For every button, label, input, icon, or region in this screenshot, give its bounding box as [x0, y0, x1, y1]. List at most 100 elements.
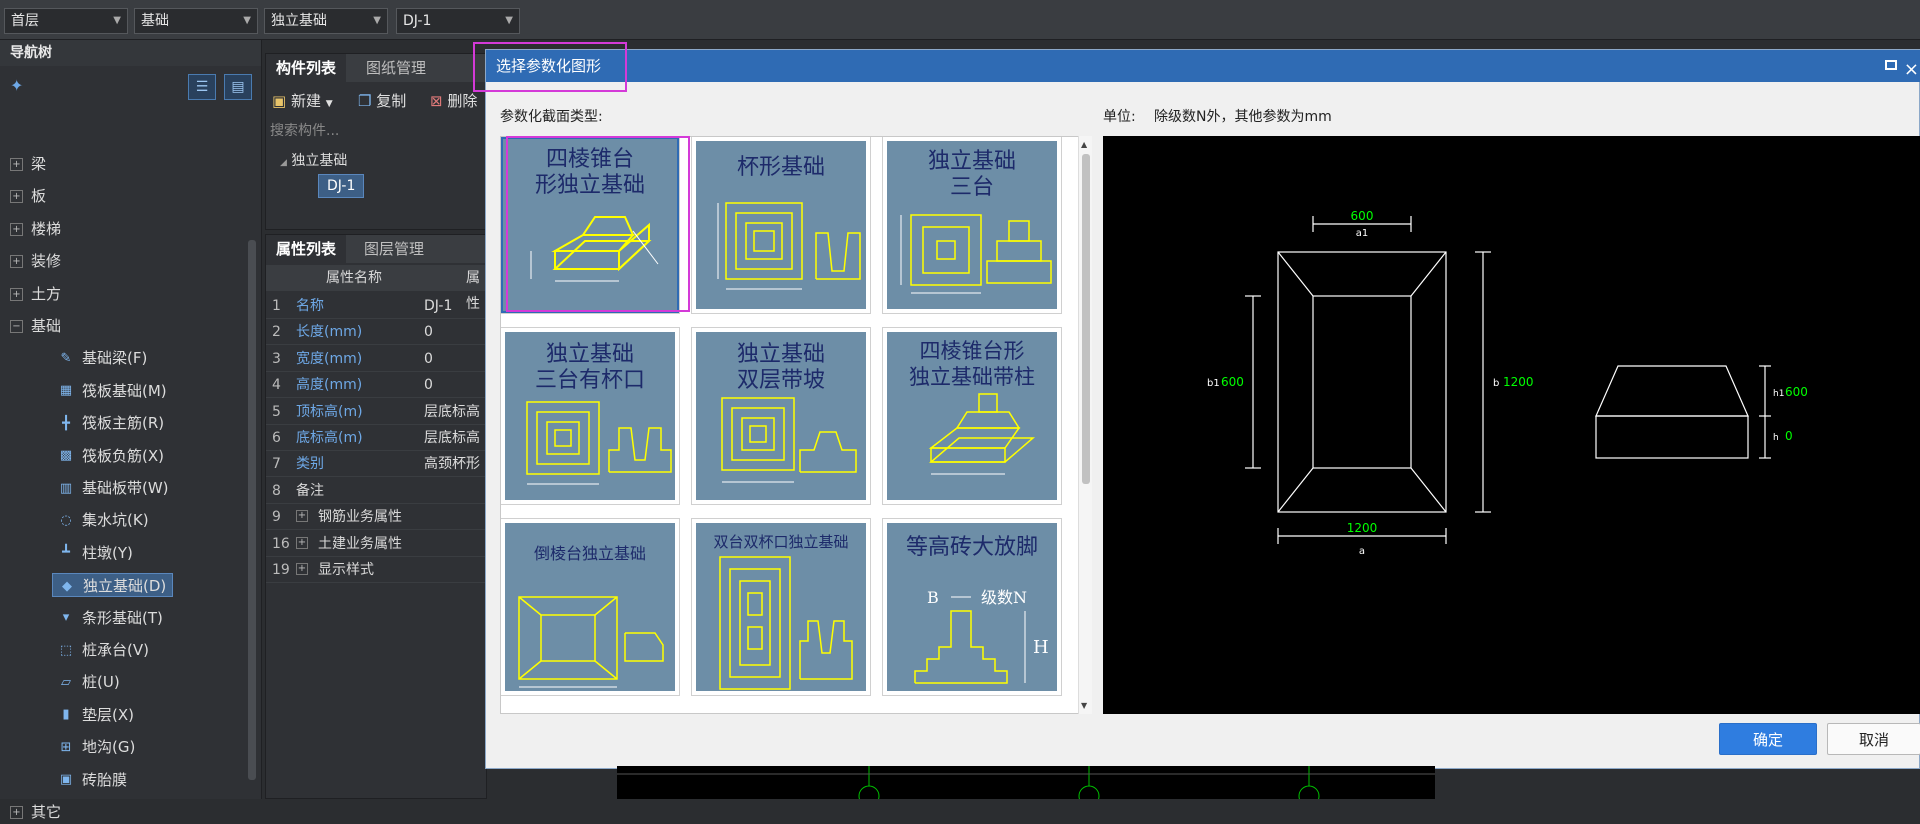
chevron-down-icon: ▼	[505, 15, 513, 26]
nav-scrollbar[interactable]	[248, 240, 256, 780]
shape-card-inverted[interactable]: 倒棱台独立基础	[501, 518, 680, 696]
property-row[interactable]: +19 显示样式	[266, 557, 486, 583]
property-name: 底标高(m)	[296, 430, 363, 446]
nav-item-20[interactable]: + 其它	[10, 800, 61, 824]
category-dropdown[interactable]: 基础 ▼	[134, 8, 258, 34]
ok-button[interactable]: 确定	[1719, 723, 1817, 755]
component-search-input[interactable]: 搜索构件...	[270, 120, 339, 140]
panel-view-button[interactable]: ▤	[224, 74, 252, 100]
svg-text:H: H	[1033, 637, 1049, 658]
tree-parent[interactable]: ◢ 独立基础	[280, 150, 347, 170]
nav-item-2[interactable]: + 楼梯	[10, 217, 61, 241]
cancel-button[interactable]: 取消	[1827, 723, 1920, 755]
tree-child-dj1[interactable]: DJ-1	[318, 174, 365, 198]
property-row[interactable]: +16 土建业务属性	[266, 531, 486, 557]
property-row[interactable]: +9 钢筋业务属性	[266, 504, 486, 531]
nav-item-6[interactable]: ✎ 基础梁(F)	[58, 346, 148, 370]
property-value[interactable]: 0	[424, 319, 433, 345]
nav-item-16[interactable]: ▱ 桩(U)	[58, 670, 120, 694]
expand-icon[interactable]: +	[10, 806, 23, 819]
nav-item-8[interactable]: ╋ 筏板主筋(R)	[58, 411, 164, 435]
chevron-down-icon: ▼	[373, 15, 381, 26]
nav-item-11[interactable]: ◌ 集水坑(K)	[58, 508, 148, 532]
nav-item-label: 筏板主筋(R)	[82, 414, 165, 433]
nav-item-label: 土方	[31, 284, 62, 303]
nav-item-0[interactable]: + 梁	[10, 152, 46, 176]
nav-item-5[interactable]: − 基础	[10, 314, 61, 338]
property-value[interactable]: 高颈杯形	[424, 451, 480, 477]
expand-icon[interactable]: +	[10, 255, 23, 269]
property-row[interactable]: 1 名称 DJ-1	[266, 293, 486, 319]
scroll-thumb[interactable]	[1082, 154, 1090, 484]
scroll-down-icon[interactable]: ▼	[1081, 701, 1087, 710]
shape-title-4a: 独立基础	[545, 342, 634, 367]
scroll-up-icon[interactable]: ▲	[1081, 140, 1087, 149]
nav-item-18[interactable]: ⊞ 地沟(G)	[58, 735, 136, 759]
nav-item-4[interactable]: + 土方	[10, 282, 61, 306]
unit-label: 单位:	[1103, 109, 1136, 125]
nav-item-17[interactable]: ▮ 垫层(X)	[58, 703, 134, 727]
pin-icon[interactable]: ✦	[10, 76, 23, 95]
property-value[interactable]: DJ-1	[424, 293, 452, 319]
nav-item-7[interactable]: ▦ 筏板基础(M)	[58, 379, 167, 403]
nav-item-label: 板	[31, 187, 47, 206]
component-type-icon: ⬚	[59, 642, 73, 658]
property-row[interactable]: 4 高度(mm) 0	[266, 372, 486, 399]
expand-icon[interactable]: +	[10, 222, 23, 236]
collapse-icon[interactable]: −	[10, 320, 23, 333]
property-name: 类别	[296, 456, 324, 473]
shape-card-three-step-cup[interactable]: 独立基础 三台有杯口	[501, 327, 680, 505]
tab-drawing-manage[interactable]: 图纸管理	[356, 54, 436, 82]
property-row[interactable]: 6 底标高(m) 层底标高	[266, 425, 486, 451]
property-value[interactable]: 层底标高	[424, 399, 480, 425]
floor-dropdown[interactable]: 首层 ▼	[4, 8, 128, 34]
expand-icon[interactable]: +	[10, 158, 23, 171]
close-icon[interactable]: ×	[1904, 54, 1919, 86]
shape-card-double-slope[interactable]: 独立基础 双层带坡	[691, 327, 871, 505]
tab-component-list[interactable]: 构件列表	[266, 54, 347, 82]
copy-button[interactable]: ❐ 复制	[358, 90, 406, 111]
nav-item-15[interactable]: ⬚ 桩承台(V)	[58, 638, 149, 662]
tab-layer-manage[interactable]: 图层管理	[354, 235, 434, 263]
property-row[interactable]: 3 宽度(mm) 0	[266, 346, 486, 372]
nav-item-13[interactable]: ◆ 独立基础(D)	[52, 573, 174, 598]
property-row[interactable]: 2 长度(mm) 0	[266, 319, 486, 346]
dim-b-label: b	[1493, 378, 1499, 389]
expand-icon[interactable]: +	[10, 190, 23, 204]
tab-property-list[interactable]: 属性列表	[266, 235, 347, 263]
expand-icon[interactable]: +	[296, 510, 308, 523]
property-row-number: 9	[272, 509, 281, 526]
nav-item-12[interactable]: ┻ 柱墩(Y)	[58, 541, 133, 565]
nav-item-14[interactable]: ▾ 条形基础(T)	[58, 606, 163, 630]
shape-title-3b: 三台	[949, 175, 994, 200]
shape-card-double-cup[interactable]: 双台双杯口独立基础	[691, 518, 871, 696]
nav-item-3[interactable]: + 装修	[10, 249, 61, 273]
nav-item-10[interactable]: ▥ 基础板带(W)	[58, 476, 169, 500]
property-value[interactable]: 层底标高	[424, 425, 480, 451]
new-button[interactable]: ▣ 新建 ▼	[272, 90, 333, 111]
maximize-icon[interactable]	[1885, 60, 1897, 70]
property-row[interactable]: 5 顶标高(m) 层底标高	[266, 399, 486, 425]
shape-card-pyramid-column[interactable]: 四棱锥台形 独立基础带柱	[882, 327, 1062, 505]
property-row[interactable]: 7 类别 高颈杯形	[266, 451, 486, 478]
nav-item-19[interactable]: ▣ 砖胎膜	[58, 768, 127, 792]
shape-card-brick-footing[interactable]: B 级数N H 等高砖大放脚	[882, 518, 1062, 696]
delete-button[interactable]: ⊠ 删除	[430, 90, 477, 111]
list-view-button[interactable]: ☰	[188, 74, 216, 100]
nav-item-1[interactable]: + 板	[10, 184, 46, 208]
component-dropdown[interactable]: DJ-1 ▼	[396, 8, 520, 34]
floor-value: 首层	[11, 13, 39, 29]
shape-grid-scrollbar[interactable]: ▲ ▼	[1078, 136, 1092, 714]
type-dropdown[interactable]: 独立基础 ▼	[264, 8, 388, 34]
expand-icon[interactable]: +	[10, 287, 23, 301]
shape-card-three-step[interactable]: 独立基础 三台	[882, 137, 1062, 314]
shape-card-cup[interactable]: 杯形基础	[691, 137, 871, 314]
expand-icon[interactable]: +	[296, 536, 308, 549]
expand-icon[interactable]: +	[296, 563, 308, 575]
nav-item-9[interactable]: ▩ 筏板负筋(X)	[58, 444, 164, 468]
component-type-icon: ◆	[62, 578, 72, 594]
property-row-number: 4	[272, 377, 281, 394]
property-row[interactable]: 8 备注	[266, 478, 486, 504]
property-value[interactable]: 0	[424, 372, 433, 398]
property-value[interactable]: 0	[424, 346, 433, 372]
